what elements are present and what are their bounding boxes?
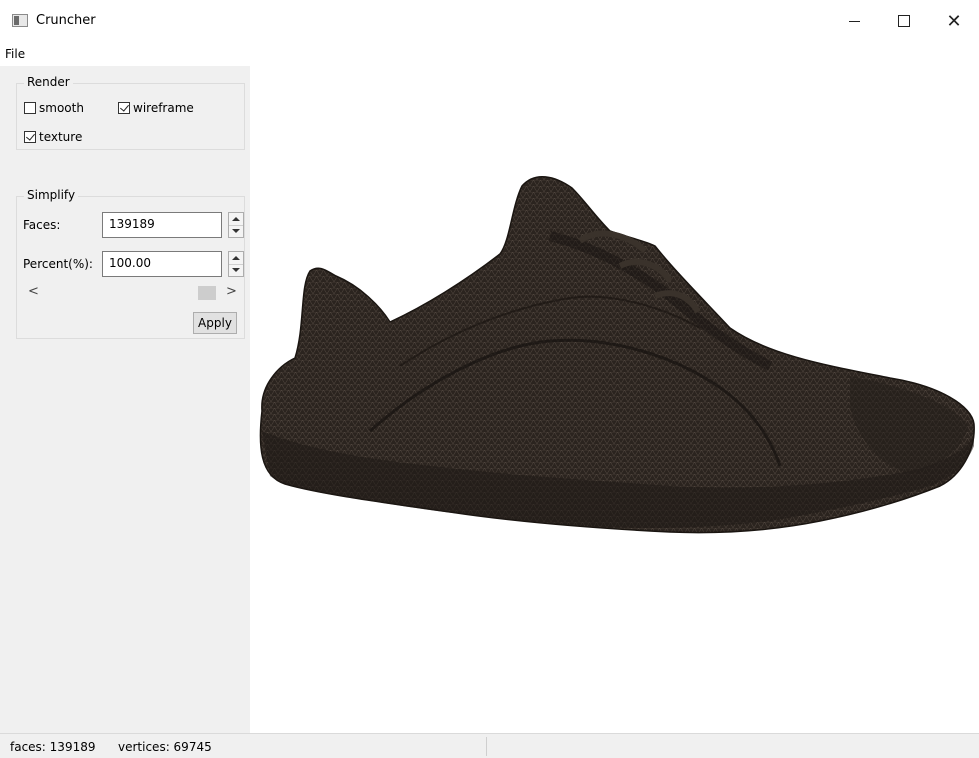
spin-up-icon[interactable] [232,217,240,221]
percent-input[interactable]: 100.00 [102,251,222,277]
texture-label: texture [39,130,83,144]
spin-down-icon[interactable] [232,268,240,272]
smooth-checkbox[interactable]: smooth [24,101,84,115]
title-bar: Cruncher ✕ [0,0,979,42]
apply-button[interactable]: Apply [193,312,237,334]
shoe-model [259,176,975,534]
percent-label: Percent(%): [23,257,93,271]
spin-down-icon[interactable] [232,229,240,233]
slider-left-arrow-icon[interactable]: < [28,284,39,299]
slider-handle[interactable] [198,286,216,300]
menu-bar: File [0,42,979,66]
control-panel: Render smooth wireframe texture Simplify… [0,66,250,733]
status-vertices: vertices: 69745 [118,740,212,754]
close-icon: ✕ [946,10,962,32]
wireframe-checkbox[interactable]: wireframe [118,101,194,115]
faces-spinner[interactable] [228,212,244,238]
spin-up-icon[interactable] [232,256,240,260]
texture-checkbox[interactable]: texture [24,130,82,144]
app-icon [12,14,28,27]
minimize-button[interactable] [830,0,878,42]
spin-divider [229,264,243,265]
slider-right-arrow-icon[interactable]: > [226,284,237,299]
faces-label: Faces: [23,218,61,232]
simplify-group-title: Simplify [24,188,79,202]
percent-spinner[interactable] [228,251,244,277]
percent-slider[interactable]: < > [22,283,242,303]
render-group-title: Render [24,75,73,89]
minimize-icon [848,20,860,22]
faces-input[interactable]: 139189 [102,212,222,238]
smooth-label: smooth [39,101,84,115]
wireframe-checkbox-box[interactable] [118,102,130,114]
status-bar: faces: 139189 vertices: 69745 [0,733,979,758]
spin-divider [229,225,243,226]
status-faces: faces: 139189 [10,740,96,754]
status-divider [486,737,487,756]
maximize-button[interactable] [880,0,928,42]
wireframe-label: wireframe [133,101,194,115]
render-viewport[interactable] [250,66,979,733]
shoe-mesh-canvas [259,176,975,534]
window-title: Cruncher [36,13,96,28]
maximize-icon [898,15,910,27]
texture-checkbox-box[interactable] [24,131,36,143]
close-button[interactable]: ✕ [930,0,978,42]
menu-file[interactable]: File [5,47,25,61]
smooth-checkbox-box[interactable] [24,102,36,114]
